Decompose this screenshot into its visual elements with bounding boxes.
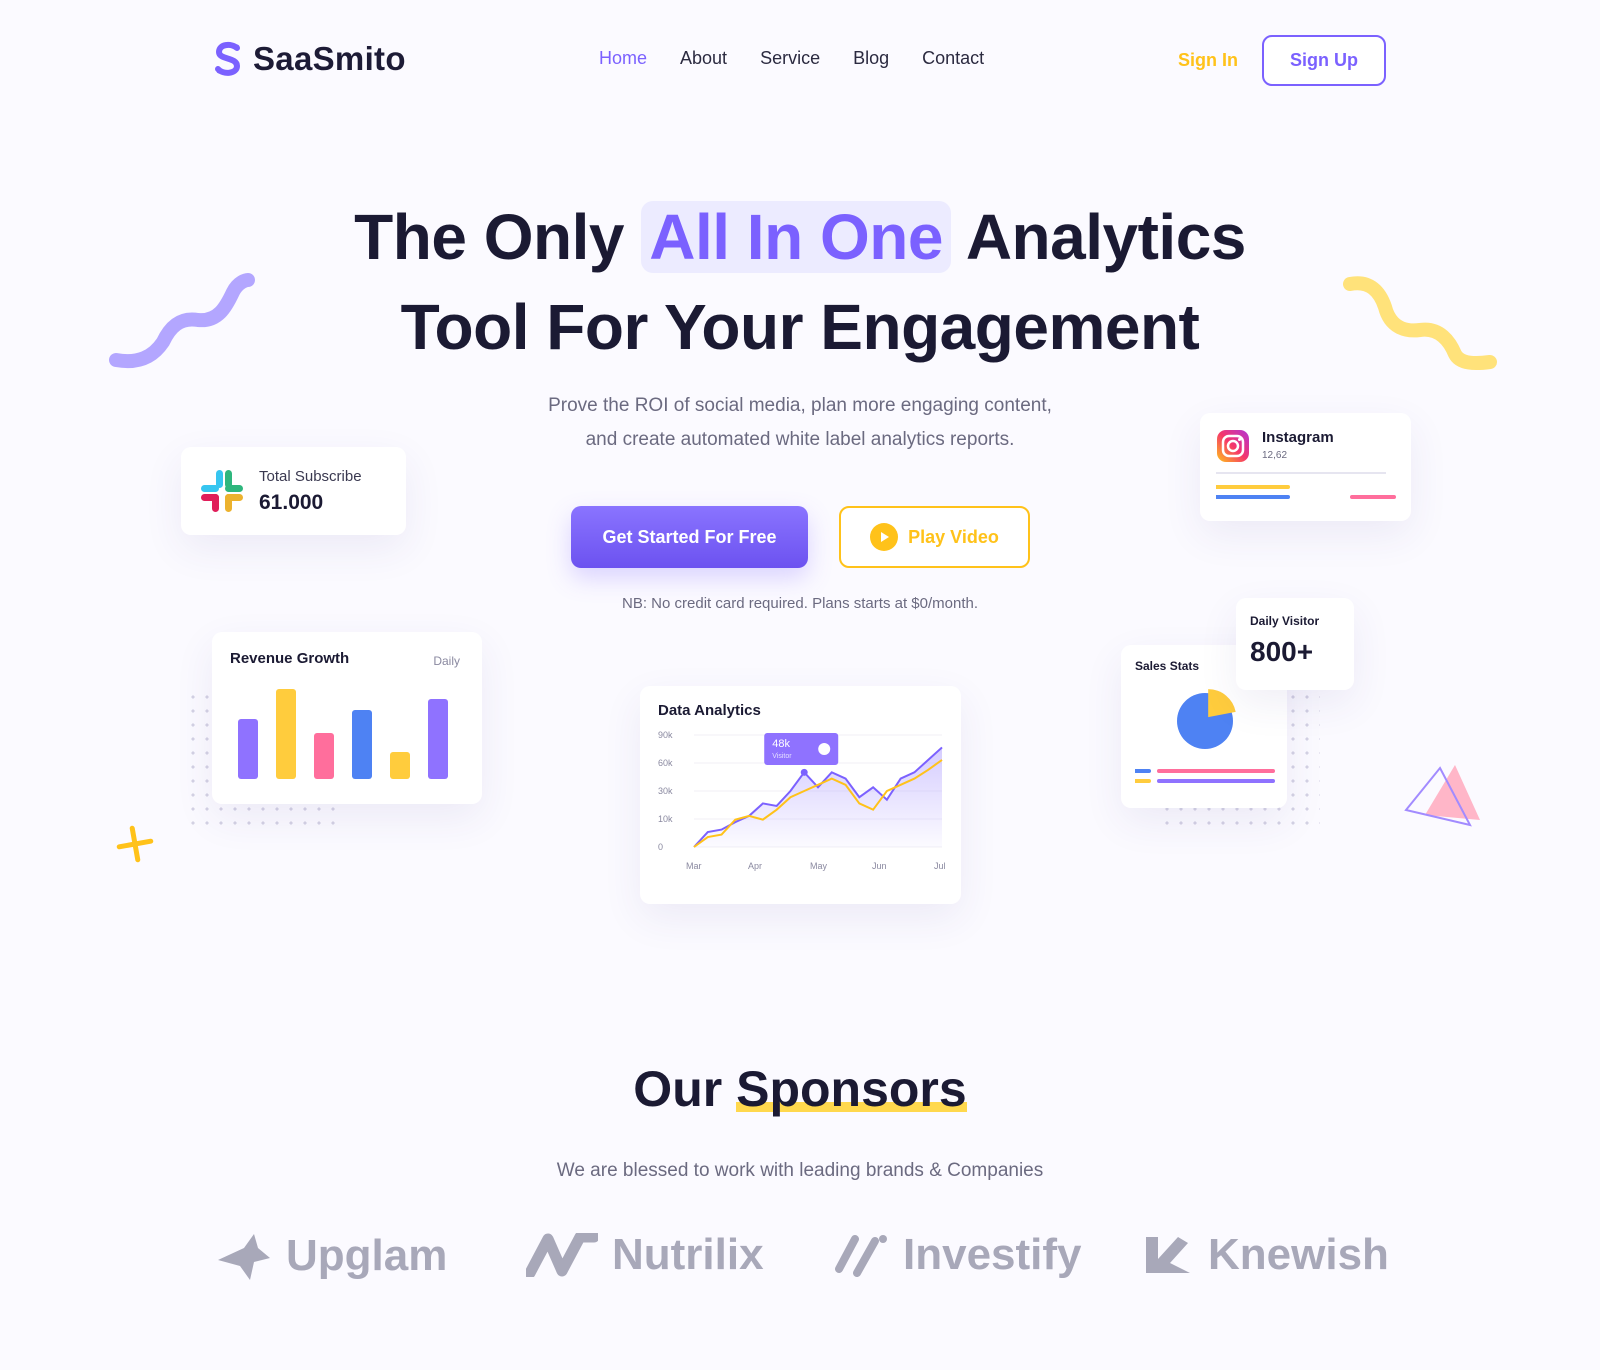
- sponsors-title-part1: Our: [633, 1061, 723, 1117]
- sponsor-nutrilix[interactable]: Nutrilix: [526, 1230, 764, 1280]
- revenue-bar-chart: [238, 689, 448, 779]
- knewish-icon: [1146, 1237, 1190, 1273]
- investify-label: Investify: [903, 1230, 1082, 1279]
- tooltip-value: 48k: [772, 738, 790, 750]
- total-subscribe-card: Total Subscribe 61.000: [181, 447, 406, 535]
- sales-pie-chart: [1133, 689, 1275, 783]
- y-tick-label: 30k: [658, 786, 673, 796]
- analytics-title: Data Analytics: [658, 702, 761, 719]
- hero-title-part2: Analytics: [965, 201, 1247, 273]
- data-analytics-card: Data Analytics 90k 60k 30k 10k 0 Mar Apr May Jun…: [640, 686, 961, 904]
- revenue-bar: [276, 689, 296, 779]
- hero-title-part1: The Only: [354, 201, 624, 273]
- chart-tooltip: 48k Visitor: [764, 733, 839, 765]
- pricing-note: NB: No credit card required. Plans start…: [622, 595, 978, 612]
- nav-item-blog[interactable]: Blog: [853, 48, 889, 69]
- investify-icon: [835, 1235, 887, 1277]
- revenue-bar: [314, 733, 334, 779]
- hero-title: The Only All In One Analytics Tool For Y…: [300, 192, 1300, 372]
- nav-item-home[interactable]: Home: [599, 48, 647, 69]
- yellow-squiggle-decoration: [1343, 276, 1497, 370]
- x-tick-label: Jun: [872, 861, 887, 871]
- sign-up-button[interactable]: Sign Up: [1262, 35, 1386, 86]
- subscribe-label: Total Subscribe: [259, 467, 362, 485]
- daily-visitor-card: Daily Visitor 800+: [1236, 598, 1354, 690]
- x-tick-label: May: [810, 861, 828, 871]
- purple-squiggle-decoration: [109, 273, 255, 368]
- tooltip-label: Visitor: [772, 753, 792, 760]
- instagram-lines: [1214, 472, 1396, 499]
- sponsor-upglam[interactable]: Upglam: [214, 1230, 447, 1282]
- revenue-bar: [238, 719, 258, 779]
- hero-subtitle-line1: Prove the ROI of social media, plan more…: [548, 395, 1052, 416]
- play-video-button[interactable]: Play Video: [839, 506, 1030, 568]
- y-tick-label: 60k: [658, 758, 673, 768]
- sponsors-title: Our Sponsors: [500, 1060, 1100, 1118]
- y-tick-label: 10k: [658, 814, 673, 824]
- sponsors-title-highlight: Sponsors: [736, 1061, 967, 1117]
- nav-item-service[interactable]: Service: [760, 48, 820, 69]
- revenue-growth-card: Revenue Growth Daily: [212, 632, 482, 804]
- nutrilix-icon: [526, 1233, 598, 1277]
- nutrilix-label: Nutrilix: [612, 1230, 764, 1279]
- analytics-area-chart: 90k 60k 30k 10k 0 Mar Apr May Jun Jul 48k Visitor: [658, 730, 946, 871]
- y-tick-label: 90k: [658, 730, 673, 740]
- knewish-label: Knewish: [1208, 1230, 1389, 1279]
- revenue-bar: [428, 699, 448, 779]
- instagram-icon: [1217, 430, 1249, 462]
- visitor-value: 800+: [1250, 636, 1314, 667]
- instagram-value: 12,62: [1262, 450, 1288, 461]
- play-icon: [870, 523, 899, 551]
- revenue-bar: [390, 752, 410, 779]
- x-tick-label: Jul: [934, 861, 946, 871]
- nav-item-contact[interactable]: Contact: [922, 48, 984, 69]
- play-video-label: Play Video: [908, 526, 999, 547]
- hero-title-highlight: All In One: [641, 201, 951, 273]
- sponsor-knewish[interactable]: Knewish: [1142, 1230, 1389, 1280]
- revenue-period: Daily: [433, 654, 460, 668]
- triangle-decoration: [1404, 765, 1480, 827]
- hero-subtitle: Prove the ROI of social media, plan more…: [450, 389, 1150, 457]
- instagram-card: Instagram 12,62: [1200, 413, 1411, 521]
- upglam-icon: [218, 1234, 270, 1280]
- upglam-label: Upglam: [286, 1231, 448, 1280]
- highlight-point: [800, 768, 808, 776]
- main-nav: Home About Service Blog Contact: [599, 48, 984, 69]
- subscribe-value: 61.000: [259, 490, 324, 514]
- yellow-plus-decoration: [116, 825, 154, 863]
- logo-text: SaaSmito: [253, 40, 406, 77]
- x-tick-label: Mar: [686, 861, 702, 871]
- slack-icon: [201, 470, 243, 512]
- hero-subtitle-line2: and create automated white label analyti…: [585, 429, 1015, 450]
- revenue-title: Revenue Growth: [230, 650, 350, 667]
- get-started-button[interactable]: Get Started For Free: [571, 506, 808, 568]
- sign-in-link[interactable]: Sign In: [1178, 50, 1238, 71]
- revenue-bar: [352, 710, 372, 779]
- hero-title-line2: Tool For Your Engagement: [400, 291, 1200, 363]
- nav-item-about[interactable]: About: [680, 48, 727, 69]
- logo-s-icon: [215, 41, 241, 76]
- x-tick-label: Apr: [748, 861, 762, 871]
- y-tick-label: 0: [658, 842, 663, 852]
- instagram-title: Instagram: [1262, 429, 1334, 446]
- sponsor-investify[interactable]: Investify: [833, 1230, 1082, 1280]
- logo[interactable]: SaaSmito: [213, 40, 406, 78]
- visitor-title: Daily Visitor: [1250, 614, 1320, 628]
- sponsors-subtitle: We are blessed to work with leading bran…: [556, 1160, 1044, 1181]
